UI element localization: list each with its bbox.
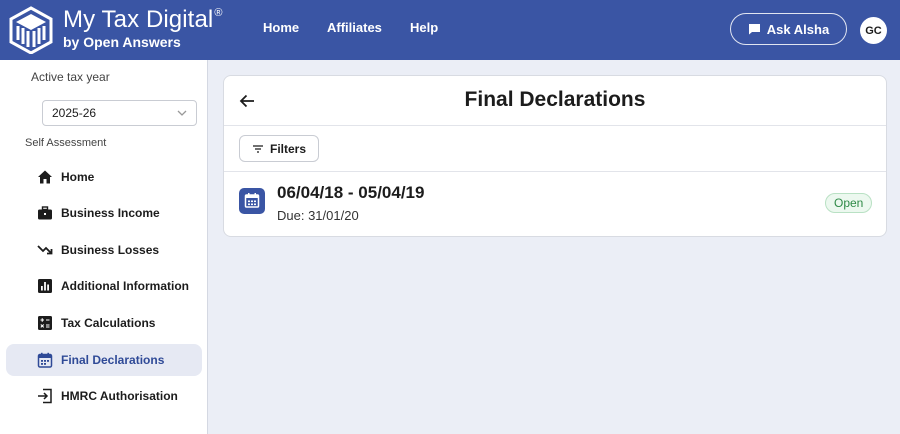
sidebar-item-label: Final Declarations	[61, 353, 165, 367]
sidebar-item-additional-information[interactable]: Additional Information	[6, 270, 202, 302]
registered-mark: ®	[214, 7, 223, 19]
sidebar-item-business-losses[interactable]: Business Losses	[6, 234, 202, 266]
sidebar-item-label: Home	[61, 170, 95, 184]
bar-chart-icon	[38, 279, 52, 293]
login-icon	[38, 388, 52, 404]
declaration-due-date: Due: 31/01/20	[277, 208, 359, 223]
sidebar-item-tax-calculations[interactable]: Tax Calculations	[6, 307, 202, 339]
final-declarations-card: Final Declarations Filters 06/04/18 - 05…	[223, 75, 887, 237]
sidebar-item-label: Business Losses	[61, 243, 160, 257]
logo-icon[interactable]	[8, 6, 54, 54]
brand[interactable]: My Tax Digital ® by Open Answers	[63, 6, 223, 50]
briefcase-icon	[38, 206, 52, 220]
declaration-period: 06/04/18 - 05/04/19	[277, 183, 425, 202]
tax-year-value: 2025-26	[52, 106, 97, 120]
calculator-icon	[38, 316, 52, 330]
sidebar-item-home[interactable]: Home	[6, 161, 202, 193]
home-icon	[38, 170, 52, 184]
calendar-icon	[239, 188, 265, 214]
self-assessment-label: Self Assessment	[25, 137, 107, 149]
sidebar-item-hmrc-authorisation[interactable]: HMRC Authorisation	[6, 380, 202, 412]
ask-alsha-button[interactable]: Ask Alsha	[730, 13, 847, 45]
chat-icon	[748, 24, 760, 35]
card-header: Final Declarations	[224, 76, 886, 126]
user-avatar[interactable]: GC	[860, 17, 887, 44]
brand-subtitle: by Open Answers	[63, 34, 181, 50]
top-bar: My Tax Digital ® by Open Answers Home Aff…	[0, 0, 900, 60]
sidebar-item-label: Business Income	[61, 206, 160, 220]
brand-title: My Tax Digital	[63, 6, 214, 33]
declaration-row[interactable]: 06/04/18 - 05/04/19 Due: 31/01/20 Open	[224, 173, 886, 237]
ask-alsha-label: Ask Alsha	[766, 21, 830, 37]
nav-help[interactable]: Help	[410, 20, 438, 35]
tax-year-select[interactable]: 2025-26	[42, 100, 197, 126]
sidebar-item-final-declarations[interactable]: Final Declarations	[6, 344, 202, 376]
sidebar-item-label: HMRC Authorisation	[61, 389, 178, 403]
chevron-down-icon	[177, 110, 187, 116]
sidebar-item-label: Tax Calculations	[61, 316, 156, 330]
sidebar: Active tax year 2025-26 Self Assessment …	[0, 60, 208, 434]
sidebar-item-label: Additional Information	[61, 279, 189, 293]
calendar-icon	[37, 352, 53, 368]
filters-label: Filters	[269, 141, 306, 156]
page-title: Final Declarations	[464, 88, 646, 111]
trending-down-icon	[37, 245, 53, 255]
filter-icon	[252, 144, 263, 153]
filter-row: Filters	[224, 126, 886, 172]
active-year-label: Active tax year	[31, 70, 110, 84]
sidebar-item-business-income[interactable]: Business Income	[6, 197, 202, 229]
nav-home[interactable]: Home	[263, 20, 299, 35]
filters-button[interactable]: Filters	[239, 135, 319, 162]
status-badge: Open	[825, 193, 873, 213]
nav-affiliates[interactable]: Affiliates	[327, 20, 382, 35]
